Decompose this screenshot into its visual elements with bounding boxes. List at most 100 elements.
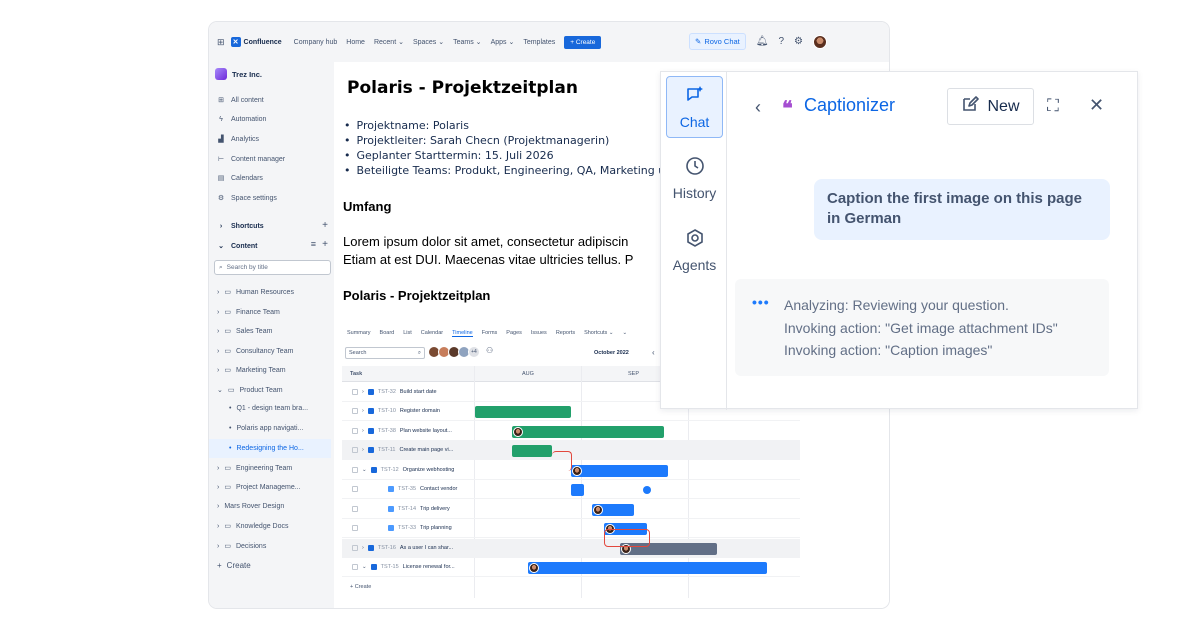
search-placeholder: Search by title (226, 264, 268, 271)
chevron-down-icon: ⌄ (217, 387, 223, 394)
sidebar-item-space-settings[interactable]: ⚙ Space settings (217, 194, 277, 203)
chevron-down-icon: ⌄ (218, 243, 224, 250)
tab-issues: Issues (530, 330, 547, 336)
tree-label: Knowledge Docs (235, 522, 289, 530)
task-type-icon (370, 564, 377, 570)
rail-label: Agents (672, 256, 717, 273)
filter-icon[interactable]: ≡ (311, 239, 316, 249)
table-row: › TST-16 As a user I can shar... (342, 539, 800, 559)
chevron-right-icon: › (362, 447, 364, 453)
col-task: Task (350, 371, 363, 377)
avatar (572, 466, 582, 476)
col-aug: AUG (522, 371, 534, 377)
nav-home[interactable]: Home (346, 39, 365, 46)
tree-item-human-resources[interactable]: › ▭ Human Resources (217, 288, 294, 297)
row-name: As a user I can shar... (399, 545, 454, 551)
tree-item-knowledge-docs[interactable]: › ▭ Knowledge Docs (217, 522, 289, 531)
tree-label: Redesigning the Ho... (236, 445, 304, 452)
chat-sparkle-icon (685, 85, 705, 108)
help-icon[interactable]: ? (778, 36, 784, 47)
tree-item-product-team[interactable]: ⌄ ▭ Product Team (217, 386, 283, 395)
content-section[interactable]: ⌄ Content (217, 242, 257, 251)
tree-item-engineering-team[interactable]: › ▭ Engineering Team (217, 464, 292, 473)
new-chat-button[interactable]: New (947, 88, 1034, 125)
tree-label: Decisions (235, 542, 267, 550)
nav-spaces[interactable]: Spaces ⌄ (413, 38, 444, 46)
nav-recent[interactable]: Recent ⌄ (374, 38, 404, 46)
gantt-bar (475, 406, 571, 418)
tree-item-sales-team[interactable]: › ▭ Sales Team (217, 327, 272, 336)
folder-icon: ▭ (224, 328, 231, 335)
rovo-chat-button[interactable]: ✎ Rovo Chat (689, 33, 746, 50)
settings-gear-icon[interactable]: ⚙ (794, 36, 803, 47)
more-avatars-badge: +4 (468, 346, 480, 358)
col-sep: SEP (628, 371, 640, 377)
sidebar-item-all-content[interactable]: ⊞ All content (217, 96, 264, 105)
nav-templates[interactable]: Templates (523, 39, 555, 46)
checkbox (352, 447, 358, 453)
app-switcher-icon[interactable]: ⊞ (217, 37, 225, 48)
edit-icon (961, 95, 980, 118)
rovo-chat-label: Rovo Chat (704, 37, 740, 46)
rail-chat[interactable]: Chat (666, 76, 723, 138)
rail-history[interactable]: History (666, 147, 723, 209)
create-button[interactable]: + Create (564, 35, 602, 49)
nav-company-hub[interactable]: Company hub (294, 39, 338, 46)
subtask-icon (388, 506, 394, 512)
space-header[interactable]: Trez Inc. (215, 68, 262, 80)
nav-teams[interactable]: Teams ⌄ (453, 38, 481, 46)
row-key: TST-38 (377, 428, 396, 434)
sidebar-item-analytics[interactable]: ▟ Analytics (217, 135, 259, 144)
status-line: Invoking action: "Caption images" (784, 342, 993, 358)
nav-apps[interactable]: Apps ⌄ (491, 38, 515, 46)
tree-item-project-management[interactable]: › ▭ Project Manageme... (217, 483, 301, 492)
sidebar-item-label: Automation (231, 116, 267, 123)
tree-item-consultancy-team[interactable]: › ▭ Consultancy Team (217, 347, 293, 356)
tree-item-decisions[interactable]: › ▭ Decisions (217, 542, 267, 551)
checkbox (352, 486, 358, 492)
row-label: › TST-16 As a user I can shar... (352, 545, 453, 551)
rail-agents[interactable]: Agents (666, 219, 723, 281)
assignee-avatars: +4 ⚇ (428, 346, 498, 358)
row-key: TST-14 (398, 506, 417, 512)
clock-icon (685, 156, 705, 179)
space-name: Trez Inc. (232, 69, 263, 79)
confluence-logo-icon[interactable]: ✕ (230, 37, 241, 47)
row-label: TST-14 Trip delivery (352, 506, 450, 512)
close-icon[interactable]: ✕ (1089, 95, 1104, 116)
timeline-tabs: Summary Board List Calendar Timeline For… (347, 330, 627, 337)
sidebar-create-button[interactable]: + Create (217, 561, 251, 570)
row-key: TST-10 (377, 408, 396, 414)
body-paragraph: Lorem ipsum dolor sit amet, consectetur … (343, 233, 633, 269)
tree-item-finance-team[interactable]: › ▭ Finance Team (217, 308, 280, 317)
gantt-bar (528, 562, 767, 574)
sidebar-item-content-manager[interactable]: ⊢ Content manager (217, 155, 285, 164)
sidebar-item-label: All content (231, 96, 264, 104)
tree-item-redesigning[interactable]: • Redesigning the Ho... (209, 439, 331, 458)
sidebar-item-automation[interactable]: ϟ Automation (217, 116, 266, 123)
subtask-icon (388, 525, 394, 531)
captionizer-quote-icon: ❝ (782, 98, 793, 120)
notification-bell-icon[interactable]: 🔔︎ (756, 36, 769, 47)
rovo-chat-panel: Chat History Agents ‹ ❝ Captionizer New … (660, 71, 1138, 410)
search-by-title-input[interactable]: ⌕ Search by title (214, 260, 331, 275)
brand-name[interactable]: Confluence (244, 39, 282, 46)
sidebar-item-calendars[interactable]: ▤ Calendars (217, 174, 263, 183)
back-chevron-icon[interactable]: ‹ (755, 97, 761, 118)
calendar-icon: ▤ (217, 175, 225, 182)
row-key: TST-35 (398, 486, 417, 492)
row-label: › TST-11 Create main page vi... (352, 447, 453, 453)
tree-item-mars-rover[interactable]: › Mars Rover Design (217, 503, 284, 510)
tab-reports: Reports (555, 330, 576, 336)
rail-label: History (672, 184, 717, 201)
section-heading-umfang: Umfang (343, 199, 392, 214)
expand-icon[interactable]: ⛶ (1047, 96, 1059, 116)
user-avatar[interactable] (813, 34, 827, 49)
shortcuts-section[interactable]: › Shortcuts (217, 223, 264, 230)
add-content-icon[interactable]: + (322, 239, 328, 250)
add-shortcut-icon[interactable]: + (322, 220, 328, 231)
tree-item-marketing-team[interactable]: › ▭ Marketing Team (217, 366, 286, 375)
task-type-icon (367, 408, 374, 414)
tree-item-polaris-nav[interactable]: • Polaris app navigati... (229, 425, 303, 432)
tree-item-q1-design[interactable]: • Q1 - design team bra... (229, 405, 308, 412)
